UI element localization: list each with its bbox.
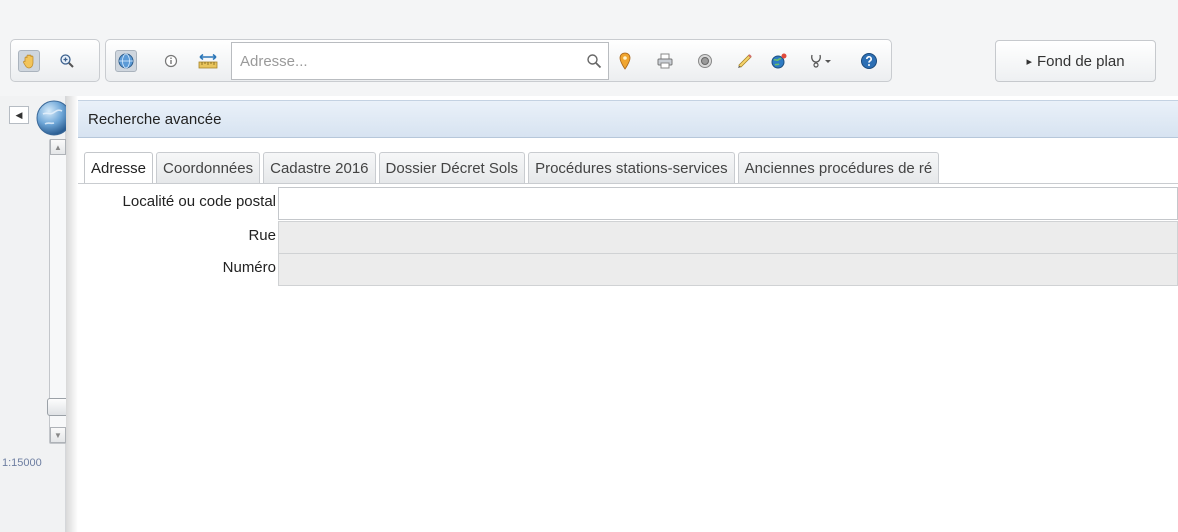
tools-dropdown-icon[interactable] xyxy=(806,50,836,72)
expand-arrow-icon: ▸ xyxy=(1026,55,1032,68)
numero-label: Numéro xyxy=(222,259,276,276)
record-target-icon[interactable] xyxy=(694,50,716,72)
panel-header: Recherche avancée xyxy=(78,100,1178,138)
map-scale: 1:15000 xyxy=(2,457,42,469)
draw-pencil-icon[interactable] xyxy=(734,50,756,72)
fond-de-plan-button[interactable]: ▸ Fond de plan xyxy=(995,40,1156,82)
rue-label: Rue xyxy=(248,227,276,244)
print-icon[interactable] xyxy=(654,50,676,72)
tab-anciennes-procedures[interactable]: Anciennes procédures de ré xyxy=(737,152,940,183)
tab-cadastre-2016[interactable]: Cadastre 2016 xyxy=(263,152,376,183)
tab-dossier-decret-sols[interactable]: Dossier Décret Sols xyxy=(378,152,526,183)
localite-label: Localité ou code postal xyxy=(122,193,276,210)
measure-ruler-icon[interactable] xyxy=(197,50,219,72)
tab-coordonnees[interactable]: Coordonnées xyxy=(156,152,261,183)
numero-field[interactable] xyxy=(278,253,1178,286)
search-tabs: Adresse Coordonnées Cadastre 2016 Dossie… xyxy=(84,152,942,183)
locate-pin-icon[interactable] xyxy=(614,50,636,72)
identify-info-icon[interactable] xyxy=(160,50,182,72)
tab-adresse[interactable]: Adresse xyxy=(84,152,154,183)
address-search-input[interactable] xyxy=(232,46,580,76)
rue-field[interactable] xyxy=(278,221,1178,254)
pan-hand-icon[interactable] xyxy=(18,50,40,72)
globe-share-icon[interactable] xyxy=(768,50,790,72)
panel-title: Recherche avancée xyxy=(88,110,222,128)
address-search-box xyxy=(231,42,609,80)
advanced-search-panel: Recherche avancée Adresse Coordonnées Ca… xyxy=(78,96,1178,532)
help-icon[interactable] xyxy=(858,50,880,72)
zoom-down-arrow-icon[interactable]: ▼ xyxy=(50,427,66,443)
zoom-in-icon[interactable] xyxy=(56,50,78,72)
panel-shadow xyxy=(66,96,78,532)
zoom-up-arrow-icon[interactable]: ▲ xyxy=(50,139,66,155)
layers-globe-icon[interactable] xyxy=(115,50,137,72)
search-icon[interactable] xyxy=(580,53,608,69)
tab-procedures-stations-services[interactable]: Procédures stations-services xyxy=(528,152,735,183)
collapse-panel-icon[interactable]: ◀ xyxy=(9,106,29,124)
tab-divider xyxy=(78,183,1178,184)
localite-field[interactable] xyxy=(278,187,1178,220)
fond-de-plan-label: Fond de plan xyxy=(1036,52,1125,70)
